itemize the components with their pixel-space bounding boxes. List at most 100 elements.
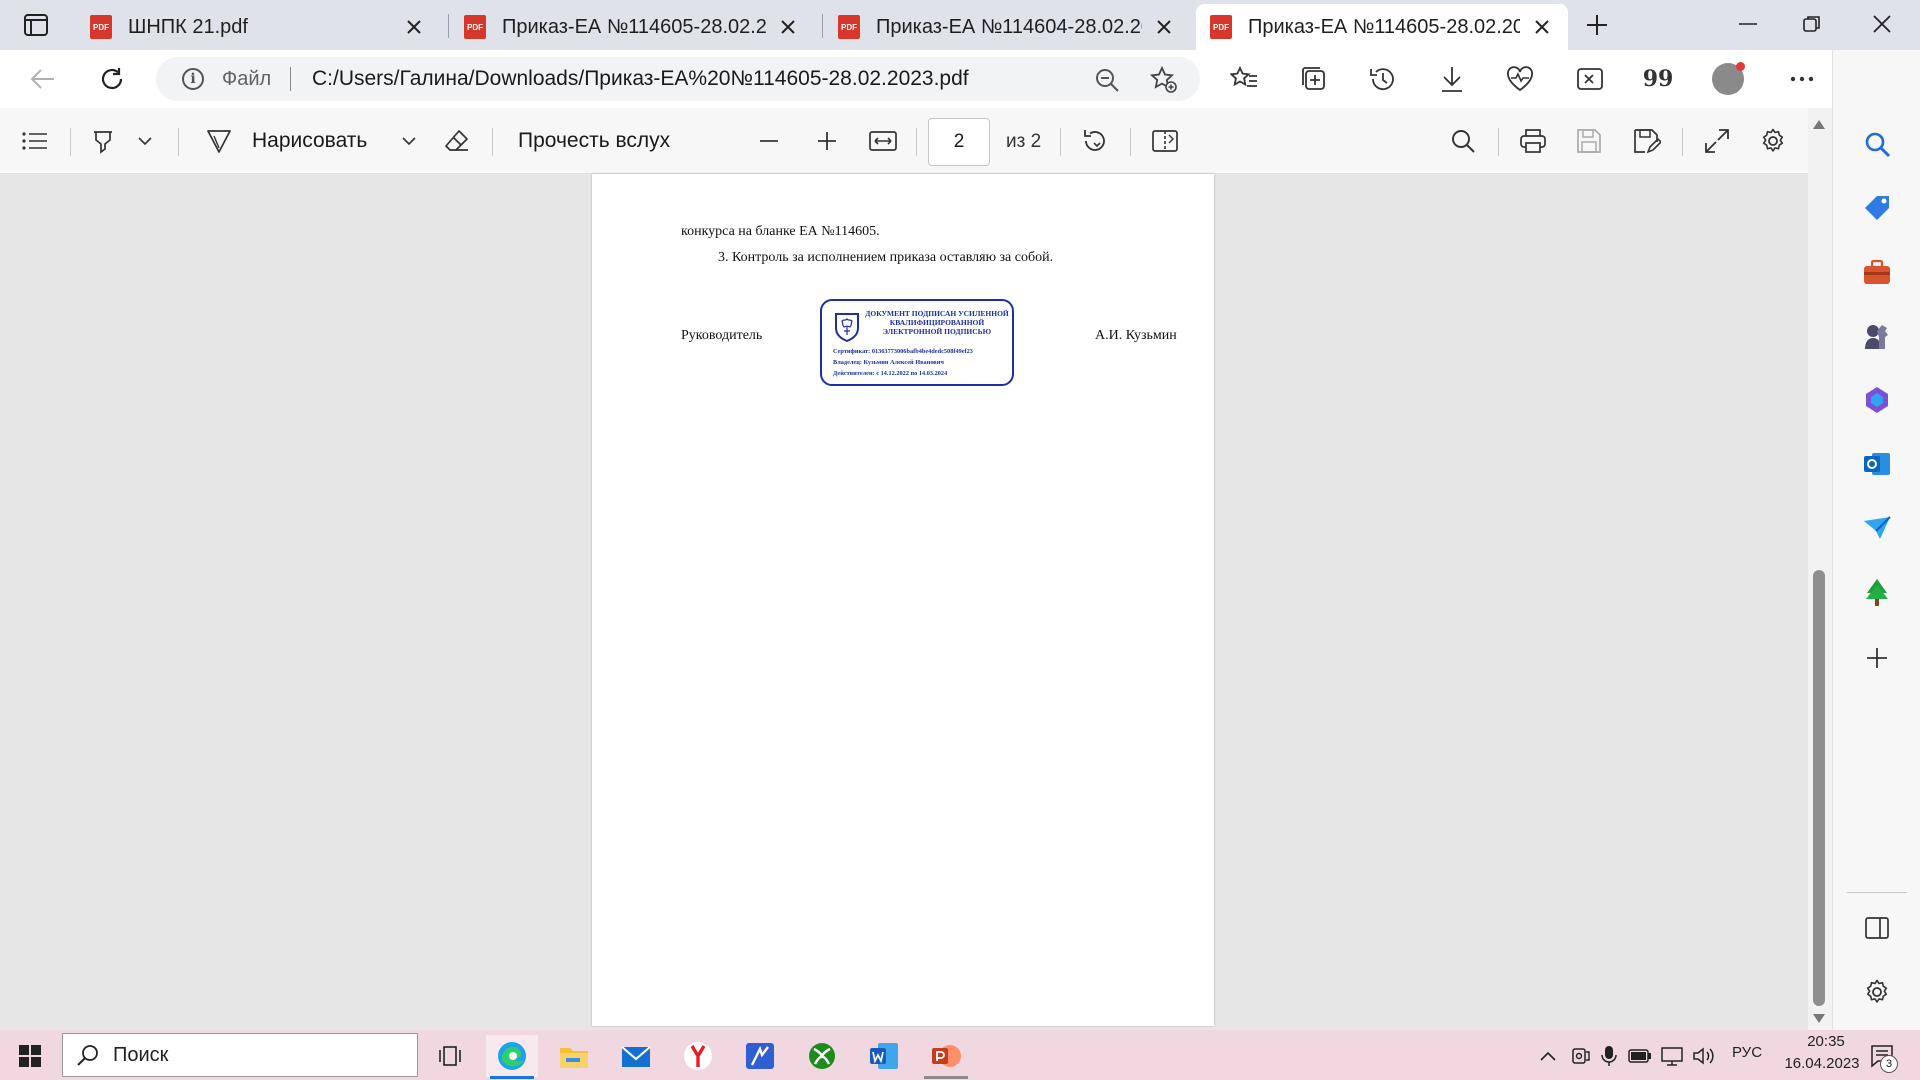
input-language-indicator[interactable]: РУС	[1732, 1044, 1762, 1061]
tab-title: Приказ-ЕА №114605-28.02.2023.pdf	[502, 15, 766, 38]
print-icon[interactable]	[1518, 124, 1548, 158]
draw-label: Нарисовать	[252, 129, 368, 152]
tab-4-active[interactable]: PDF Приказ-ЕА №114605-28.02.2023.pdf	[1196, 4, 1568, 50]
volume-icon[interactable]	[1686, 1035, 1722, 1077]
draw-dropdown-chevron-icon[interactable]	[394, 124, 424, 158]
eraser-icon[interactable]	[442, 124, 472, 158]
url-field[interactable]: i Файл C:/Users/Галина/Downloads/Приказ-…	[156, 57, 1200, 101]
tab-strip: PDF ШНПК 21.pdf PDF Приказ-ЕА №114605-28…	[0, 0, 1920, 50]
draw-icon[interactable]	[204, 124, 234, 158]
clock-time[interactable]: 20:35	[1790, 1033, 1862, 1050]
restore-button[interactable]	[1792, 6, 1832, 42]
tab-title: Приказ-ЕА №114604-28.02.2023.pdf	[876, 15, 1142, 38]
tree-icon[interactable]	[1859, 574, 1895, 610]
page-total-label: из 2	[1006, 131, 1042, 152]
close-icon[interactable]	[1152, 15, 1176, 39]
network-icon[interactable]	[1654, 1035, 1690, 1077]
url-text[interactable]: C:/Users/Галина/Downloads/Приказ-ЕА%20№1…	[312, 67, 969, 91]
page-view-icon[interactable]	[1150, 124, 1180, 158]
stamp-heading: ДОКУМЕНТ ПОДПИСАН УСИЛЕННОЙ КВАЛИФИЦИРОВ…	[865, 309, 1009, 336]
tab-divider	[448, 14, 449, 38]
contents-list-icon[interactable]	[20, 124, 50, 158]
stamp-owner: Владелец: Кузьмин Алексей Иванович	[833, 359, 944, 366]
url-divider	[290, 67, 291, 91]
close-icon[interactable]	[402, 15, 426, 39]
microsoft-365-icon[interactable]	[1859, 382, 1895, 418]
add-favorite-icon[interactable]	[1149, 65, 1178, 94]
toolbar-divider	[1060, 128, 1061, 156]
highlight-icon[interactable]	[88, 124, 118, 158]
read-count-badge[interactable]: 99	[1640, 62, 1676, 96]
powerpoint-icon[interactable]	[920, 1035, 972, 1077]
downloads-icon[interactable]	[1434, 62, 1470, 96]
close-window-button[interactable]	[1862, 6, 1902, 42]
edge-sidebar	[1832, 50, 1920, 1030]
taskbar-search-box[interactable]: Поиск	[62, 1033, 418, 1077]
digital-signature-stamp: ДОКУМЕНТ ПОДПИСАН УСИЛЕННОЙ КВАЛИФИЦИРОВ…	[820, 299, 1014, 386]
file-explorer-icon[interactable]	[548, 1035, 600, 1077]
info-icon[interactable]: i	[182, 68, 204, 90]
tab-1[interactable]: PDF ШНПК 21.pdf	[76, 4, 440, 50]
search-icon[interactable]	[1859, 126, 1895, 162]
find-search-icon[interactable]	[1448, 124, 1478, 158]
highlight-dropdown-chevron-icon[interactable]	[130, 124, 160, 158]
pdf-page: конкурса на бланке ЕА №114605. 3. Контро…	[592, 174, 1214, 1026]
sidebar-settings-gear-icon[interactable]	[1859, 974, 1895, 1010]
toolbar-divider	[70, 128, 71, 156]
minimize-button[interactable]	[1728, 6, 1768, 42]
draw-button[interactable]: Нарисовать	[252, 124, 367, 158]
zoom-in-icon[interactable]	[812, 124, 842, 158]
app-tile-icon[interactable]	[734, 1035, 786, 1077]
save-as-icon[interactable]	[1632, 124, 1662, 158]
back-button[interactable]	[24, 62, 60, 96]
toolbar-divider	[1498, 128, 1499, 156]
scroll-down-arrow-icon[interactable]	[1813, 1014, 1825, 1023]
pdf-file-icon: PDF	[1210, 15, 1232, 39]
word-icon[interactable]	[858, 1035, 910, 1077]
save-icon[interactable]	[1574, 124, 1604, 158]
fullscreen-icon[interactable]	[1702, 124, 1732, 158]
hide-sidebar-icon[interactable]	[1859, 910, 1895, 946]
math-solver-icon[interactable]	[1572, 62, 1608, 96]
yandex-browser-icon[interactable]	[672, 1035, 724, 1077]
tools-briefcase-icon[interactable]	[1859, 254, 1895, 290]
page-number-input[interactable]: 2	[928, 118, 990, 166]
mail-icon[interactable]	[610, 1035, 662, 1077]
zoom-out-icon[interactable]	[754, 124, 784, 158]
tab-2[interactable]: PDF Приказ-ЕА №114605-28.02.2023.pdf	[450, 4, 814, 50]
read-aloud-button[interactable]: Прочесть вслух	[518, 124, 670, 158]
clock-date[interactable]: 16.04.2023	[1776, 1055, 1868, 1072]
tab-actions-icon[interactable]	[18, 10, 54, 40]
signer-name: А.И. Кузьмин	[1095, 328, 1177, 343]
send-paper-plane-icon[interactable]	[1859, 510, 1895, 546]
task-view-icon[interactable]	[424, 1035, 476, 1077]
doc-text-line: 3. Контроль за исполнением приказа остав…	[718, 250, 1054, 265]
rotate-icon[interactable]	[1080, 124, 1110, 158]
refresh-button[interactable]	[94, 62, 130, 96]
xbox-icon[interactable]	[796, 1035, 848, 1077]
new-tab-button[interactable]	[1580, 10, 1614, 40]
windows-start-icon[interactable]	[4, 1035, 56, 1077]
scroll-up-arrow-icon[interactable]	[1813, 120, 1825, 129]
fit-width-icon[interactable]	[868, 124, 898, 158]
battery-icon[interactable]	[1622, 1035, 1658, 1077]
add-sidebar-app-icon[interactable]	[1859, 640, 1895, 676]
browser-essentials-icon[interactable]	[1502, 62, 1538, 96]
more-menu-icon[interactable]	[1784, 62, 1820, 96]
edge-taskbar-icon[interactable]	[486, 1035, 538, 1077]
outlook-icon[interactable]	[1859, 446, 1895, 482]
games-chess-icon[interactable]	[1859, 318, 1895, 354]
windows-taskbar: Поиск РУС 20:35 16.04.2023 3	[0, 1030, 1920, 1080]
collections-icon[interactable]	[1296, 62, 1332, 96]
microphone-icon[interactable]	[1592, 1035, 1626, 1077]
close-icon[interactable]	[776, 15, 800, 39]
sidebar-divider	[1847, 892, 1907, 893]
tab-3[interactable]: PDF Приказ-ЕА №114604-28.02.2023.pdf	[824, 4, 1190, 50]
shopping-tag-icon[interactable]	[1859, 190, 1895, 226]
close-icon[interactable]	[1530, 15, 1554, 39]
settings-gear-icon[interactable]	[1758, 124, 1788, 158]
history-icon[interactable]	[1364, 62, 1400, 96]
favorites-icon[interactable]	[1226, 62, 1262, 96]
zoom-out-icon[interactable]	[1094, 67, 1120, 93]
scrollbar-thumb[interactable]	[1813, 570, 1825, 1006]
